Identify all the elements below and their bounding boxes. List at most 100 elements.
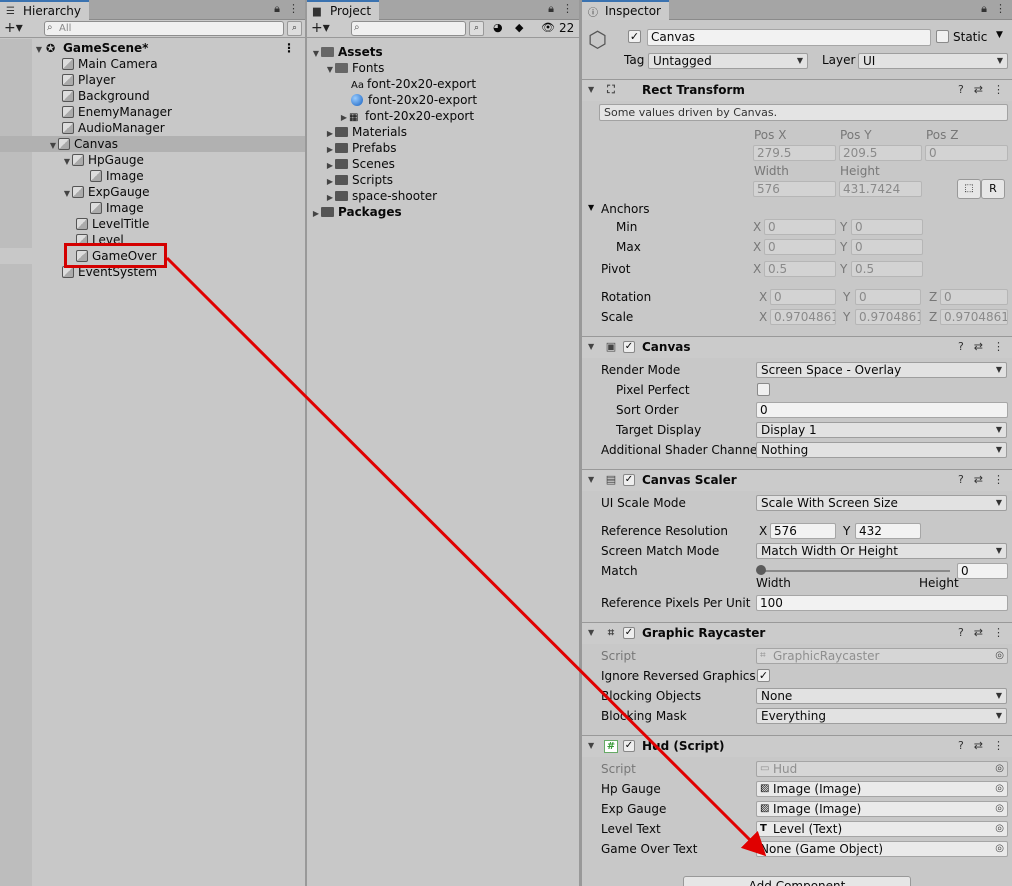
match-slider-track[interactable] (760, 570, 950, 572)
rect-transform-header[interactable]: ▼ ⛶ Rect Transform? ⇄ ⋮ (582, 79, 1012, 101)
more-icon[interactable]: ⋮ (288, 2, 299, 16)
chevron-down-icon[interactable]: ▼ (996, 30, 1003, 40)
add-button[interactable]: +▾ (4, 21, 23, 36)
project-search-input[interactable] (351, 21, 466, 36)
match-value-field[interactable]: 0 (957, 563, 1008, 579)
help-icon[interactable]: ? (958, 470, 964, 490)
anchor-min-y[interactable]: 0 (851, 219, 923, 235)
anchors-arrow-icon[interactable]: ▼ (588, 203, 594, 212)
expand-arrow-icon[interactable]: ▶ (311, 206, 321, 222)
scale-y[interactable]: 0.9704861 (855, 309, 921, 325)
blocking-mask-dropdown[interactable]: Everything (756, 708, 1007, 724)
hidden-packages-icon[interactable]: 👁︎ (541, 21, 555, 34)
preset-icon[interactable]: ⇄ (974, 623, 983, 643)
folder-scripts[interactable]: ▶ Scripts (307, 172, 579, 188)
add-button[interactable]: +▾ (311, 21, 330, 36)
lock-icon[interactable]: 🔒︎ (981, 2, 987, 16)
width-field[interactable]: 576 (753, 181, 836, 197)
posy-field[interactable]: 209.5 (839, 145, 922, 161)
rotation-x[interactable]: 0 (770, 289, 836, 305)
collapse-arrow-icon[interactable]: ▼ (588, 623, 594, 643)
search-filter-icon[interactable]: ⌕ (469, 21, 484, 36)
asset-font[interactable]: Aa font-20x20-export (307, 76, 579, 92)
folder-assets[interactable]: ▼ Assets (307, 44, 579, 60)
blueprint-mode-button[interactable]: ⬚ (957, 179, 981, 199)
asset-material[interactable]: font-20x20-export (307, 92, 579, 108)
collapse-arrow-icon[interactable]: ▼ (588, 337, 594, 357)
more-icon[interactable]: ⋮ (993, 470, 1004, 490)
type-filter-icon[interactable]: ◕ (493, 21, 503, 34)
help-icon[interactable]: ? (958, 736, 964, 756)
rotation-y[interactable]: 0 (855, 289, 921, 305)
render-mode-dropdown[interactable]: Screen Space - Overlay (756, 362, 1007, 378)
component-enabled-checkbox[interactable]: ✓ (623, 740, 635, 752)
hp-gauge-field[interactable]: ▨ Image (Image) (756, 781, 1008, 797)
list-item-selected[interactable]: ▼ Canvas (0, 136, 305, 152)
anchor-min-x[interactable]: 0 (764, 219, 836, 235)
scale-x[interactable]: 0.9704861 (770, 309, 836, 325)
folder-prefabs[interactable]: ▶ Prefabs (307, 140, 579, 156)
more-icon[interactable]: ⋮ (562, 2, 573, 16)
ppu-field[interactable]: 100 (756, 595, 1008, 611)
lock-icon[interactable]: 🔒︎ (274, 2, 280, 16)
collapse-arrow-icon[interactable]: ▼ (588, 736, 594, 756)
filter-icon[interactable]: ⌕ (287, 21, 302, 36)
sort-order-field[interactable]: 0 (756, 402, 1008, 418)
preset-icon[interactable]: ⇄ (974, 80, 983, 100)
scene-row[interactable]: ▼ ✪ GameScene* ⋮ (0, 40, 305, 56)
list-item[interactable]: Image (0, 168, 305, 184)
canvas-scaler-header[interactable]: ▼ ▤ ✓ Canvas Scaler? ⇄ ⋮ (582, 469, 1012, 491)
list-item[interactable]: ▼ ExpGauge (0, 184, 305, 200)
pivot-x[interactable]: 0.5 (764, 261, 836, 277)
exp-gauge-field[interactable]: ▨ Image (Image) (756, 801, 1008, 817)
component-enabled-checkbox[interactable]: ✓ (623, 627, 635, 639)
graphic-raycaster-header[interactable]: ▼ ⌗ ✓ Graphic Raycaster? ⇄ ⋮ (582, 622, 1012, 644)
scale-z[interactable]: 0.9704861 (940, 309, 1008, 325)
label-filter-icon[interactable]: ◆ (515, 21, 523, 34)
component-enabled-checkbox[interactable]: ✓ (623, 474, 635, 486)
ref-res-x[interactable]: 576 (770, 523, 836, 539)
object-name-input[interactable]: Canvas (647, 29, 931, 46)
tab-project[interactable]: ▆ Project (307, 0, 380, 20)
list-item[interactable]: AudioManager (0, 120, 305, 136)
more-icon[interactable]: ⋮ (993, 623, 1004, 643)
game-over-text-field[interactable]: None (Game Object) (756, 841, 1008, 857)
target-display-dropdown[interactable]: Display 1 (756, 422, 1007, 438)
static-checkbox[interactable] (936, 30, 949, 43)
collapse-arrow-icon[interactable]: ▼ (588, 80, 594, 100)
ignore-reversed-checkbox[interactable]: ✓ (757, 669, 770, 682)
help-icon[interactable]: ? (958, 337, 964, 357)
component-enabled-checkbox[interactable]: ✓ (623, 341, 635, 353)
anchor-max-x[interactable]: 0 (764, 239, 836, 255)
hud-script-header[interactable]: ▼ # ✓ Hud (Script)? ⇄ ⋮ (582, 735, 1012, 757)
blocking-objects-dropdown[interactable]: None (756, 688, 1007, 704)
help-icon[interactable]: ? (958, 80, 964, 100)
rotation-z[interactable]: 0 (940, 289, 1008, 305)
help-icon[interactable]: ? (958, 623, 964, 643)
scale-mode-dropdown[interactable]: Scale With Screen Size (756, 495, 1007, 511)
canvas-component-header[interactable]: ▼ ▣ ✓ Canvas? ⇄ ⋮ (582, 336, 1012, 358)
preset-icon[interactable]: ⇄ (974, 736, 983, 756)
list-item[interactable]: LevelTitle (0, 216, 305, 232)
pixel-perfect-checkbox[interactable] (757, 383, 770, 396)
folder-space-shooter[interactable]: ▶ space-shooter (307, 188, 579, 204)
list-item[interactable]: Player (0, 72, 305, 88)
list-item[interactable]: ▼ HpGauge (0, 152, 305, 168)
folder-fonts[interactable]: ▼ Fonts (307, 60, 579, 76)
more-icon[interactable]: ⋮ (995, 2, 1006, 16)
asset-texture[interactable]: ▶ ▦ font-20x20-export (307, 108, 579, 124)
tab-inspector[interactable]: ⓘ Inspector (582, 0, 669, 20)
height-field[interactable]: 431.7424 (839, 181, 922, 197)
folder-packages[interactable]: ▶ Packages (307, 204, 579, 220)
lock-icon[interactable]: 🔒︎ (548, 2, 554, 16)
match-slider-thumb[interactable] (756, 565, 766, 575)
preset-icon[interactable]: ⇄ (974, 337, 983, 357)
list-item[interactable]: Background (0, 88, 305, 104)
ref-res-y[interactable]: 432 (855, 523, 921, 539)
folder-materials[interactable]: ▶ Materials (307, 124, 579, 140)
list-item[interactable]: Image (0, 200, 305, 216)
shader-channels-dropdown[interactable]: Nothing (756, 442, 1007, 458)
more-icon[interactable]: ⋮ (993, 337, 1004, 357)
more-icon[interactable]: ⋮ (993, 80, 1004, 100)
match-mode-dropdown[interactable]: Match Width Or Height (756, 543, 1007, 559)
